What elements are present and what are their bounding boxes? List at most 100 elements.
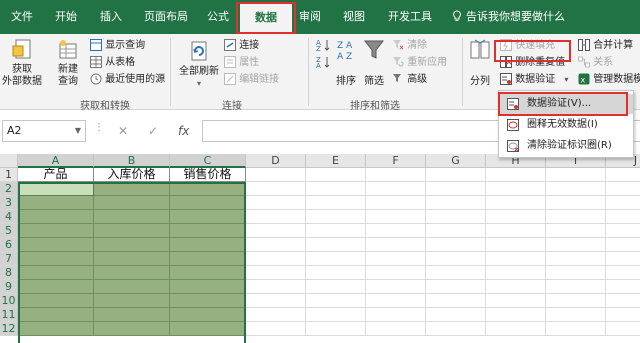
cell-h4[interactable] xyxy=(486,210,546,224)
tab-page-layout[interactable]: 页面布局 xyxy=(136,0,196,34)
cell-h1[interactable] xyxy=(486,168,546,182)
cell-a5[interactable] xyxy=(18,224,94,238)
row-header-8[interactable]: 8 xyxy=(0,266,18,280)
cell-b8[interactable] xyxy=(94,266,170,280)
cell-b11[interactable] xyxy=(94,308,170,322)
name-box[interactable]: A2 ▼ xyxy=(2,120,86,142)
cell-c5[interactable] xyxy=(170,224,246,238)
cell-f9[interactable] xyxy=(366,280,426,294)
new-query-button[interactable]: 新建 查询 xyxy=(50,38,86,88)
cell-d5[interactable] xyxy=(246,224,306,238)
tab-formulas[interactable]: 公式 xyxy=(198,0,238,34)
cell-e5[interactable] xyxy=(306,224,366,238)
cell-d11[interactable] xyxy=(246,308,306,322)
row-header-3[interactable]: 3 xyxy=(0,196,18,210)
cell-d12[interactable] xyxy=(246,322,306,336)
row-header-10[interactable]: 10 xyxy=(0,294,18,308)
cell-j11[interactable] xyxy=(606,308,640,322)
column-header-b[interactable]: B xyxy=(94,154,170,168)
cell-a8[interactable] xyxy=(18,266,94,280)
cell-i6[interactable] xyxy=(546,238,606,252)
cell-d9[interactable] xyxy=(246,280,306,294)
column-header-a[interactable]: A xyxy=(18,154,94,168)
reapply-button[interactable]: 重新应用 xyxy=(392,55,447,71)
cell-e10[interactable] xyxy=(306,294,366,308)
row-header-2[interactable]: 2 xyxy=(0,182,18,196)
cell-e6[interactable] xyxy=(306,238,366,252)
cell-c11[interactable] xyxy=(170,308,246,322)
from-table-button[interactable]: 从表格 xyxy=(90,55,135,71)
row-header-4[interactable]: 4 xyxy=(0,210,18,224)
cell-b4[interactable] xyxy=(94,210,170,224)
cell-f2[interactable] xyxy=(366,182,426,196)
cell-i8[interactable] xyxy=(546,266,606,280)
cell-g1[interactable] xyxy=(426,168,486,182)
cell-c4[interactable] xyxy=(170,210,246,224)
cell-e8[interactable] xyxy=(306,266,366,280)
cell-j6[interactable] xyxy=(606,238,640,252)
cell-b9[interactable] xyxy=(94,280,170,294)
cell-g10[interactable] xyxy=(426,294,486,308)
cell-e1[interactable] xyxy=(306,168,366,182)
row-header-12[interactable]: 12 xyxy=(0,322,18,336)
cell-g9[interactable] xyxy=(426,280,486,294)
cell-d1[interactable] xyxy=(246,168,306,182)
cell-g8[interactable] xyxy=(426,266,486,280)
cell-d10[interactable] xyxy=(246,294,306,308)
cell-h10[interactable] xyxy=(486,294,546,308)
cell-c10[interactable] xyxy=(170,294,246,308)
row-header-5[interactable]: 5 xyxy=(0,224,18,238)
show-queries-button[interactable]: 显示查询 xyxy=(90,38,145,54)
cell-g7[interactable] xyxy=(426,252,486,266)
recent-sources-button[interactable]: 最近使用的源 xyxy=(90,72,165,88)
cell-e4[interactable] xyxy=(306,210,366,224)
cell-b6[interactable] xyxy=(94,238,170,252)
cell-g4[interactable] xyxy=(426,210,486,224)
cell-h3[interactable] xyxy=(486,196,546,210)
tab-home[interactable]: 开始 xyxy=(46,0,86,34)
cell-j12[interactable] xyxy=(606,322,640,336)
cell-g11[interactable] xyxy=(426,308,486,322)
cell-d4[interactable] xyxy=(246,210,306,224)
cell-d2[interactable] xyxy=(246,182,306,196)
cell-a3[interactable] xyxy=(18,196,94,210)
cell-c8[interactable] xyxy=(170,266,246,280)
cell-b5[interactable] xyxy=(94,224,170,238)
clear-filter-button[interactable]: 清除 xyxy=(392,38,427,54)
name-box-dropdown-icon[interactable]: ▼ xyxy=(75,121,81,141)
cell-i1[interactable] xyxy=(546,168,606,182)
cell-i3[interactable] xyxy=(546,196,606,210)
cell-b2[interactable] xyxy=(94,182,170,196)
cell-i9[interactable] xyxy=(546,280,606,294)
tab-developer[interactable]: 开发工具 xyxy=(380,0,440,34)
cell-f3[interactable] xyxy=(366,196,426,210)
refresh-all-button[interactable]: 全部刷新 ▾ xyxy=(176,38,222,90)
insert-function-button[interactable]: fx xyxy=(178,124,189,138)
cell-j8[interactable] xyxy=(606,266,640,280)
cell-j7[interactable] xyxy=(606,252,640,266)
cell-a2[interactable] xyxy=(18,182,94,196)
cell-i4[interactable] xyxy=(546,210,606,224)
cell-f12[interactable] xyxy=(366,322,426,336)
cell-e3[interactable] xyxy=(306,196,366,210)
cell-h2[interactable] xyxy=(486,182,546,196)
relationships-button[interactable]: 关系 xyxy=(578,55,613,71)
cell-d6[interactable] xyxy=(246,238,306,252)
cell-a9[interactable] xyxy=(18,280,94,294)
cell-i5[interactable] xyxy=(546,224,606,238)
header-cell-a1[interactable]: 产品 xyxy=(18,168,94,182)
connections-button[interactable]: 连接 xyxy=(224,38,259,54)
cell-h12[interactable] xyxy=(486,322,546,336)
select-all-corner[interactable] xyxy=(0,154,18,168)
column-header-g[interactable]: G xyxy=(426,154,486,168)
cell-e7[interactable] xyxy=(306,252,366,266)
menu-item-circle-invalid-data[interactable]: 圈释无效数据(I) xyxy=(499,115,633,135)
cell-f10[interactable] xyxy=(366,294,426,308)
cell-f1[interactable] xyxy=(366,168,426,182)
cell-a4[interactable] xyxy=(18,210,94,224)
tab-review[interactable]: 审阅 xyxy=(292,0,328,34)
cell-h11[interactable] xyxy=(486,308,546,322)
cell-f4[interactable] xyxy=(366,210,426,224)
cell-j4[interactable] xyxy=(606,210,640,224)
cell-e11[interactable] xyxy=(306,308,366,322)
